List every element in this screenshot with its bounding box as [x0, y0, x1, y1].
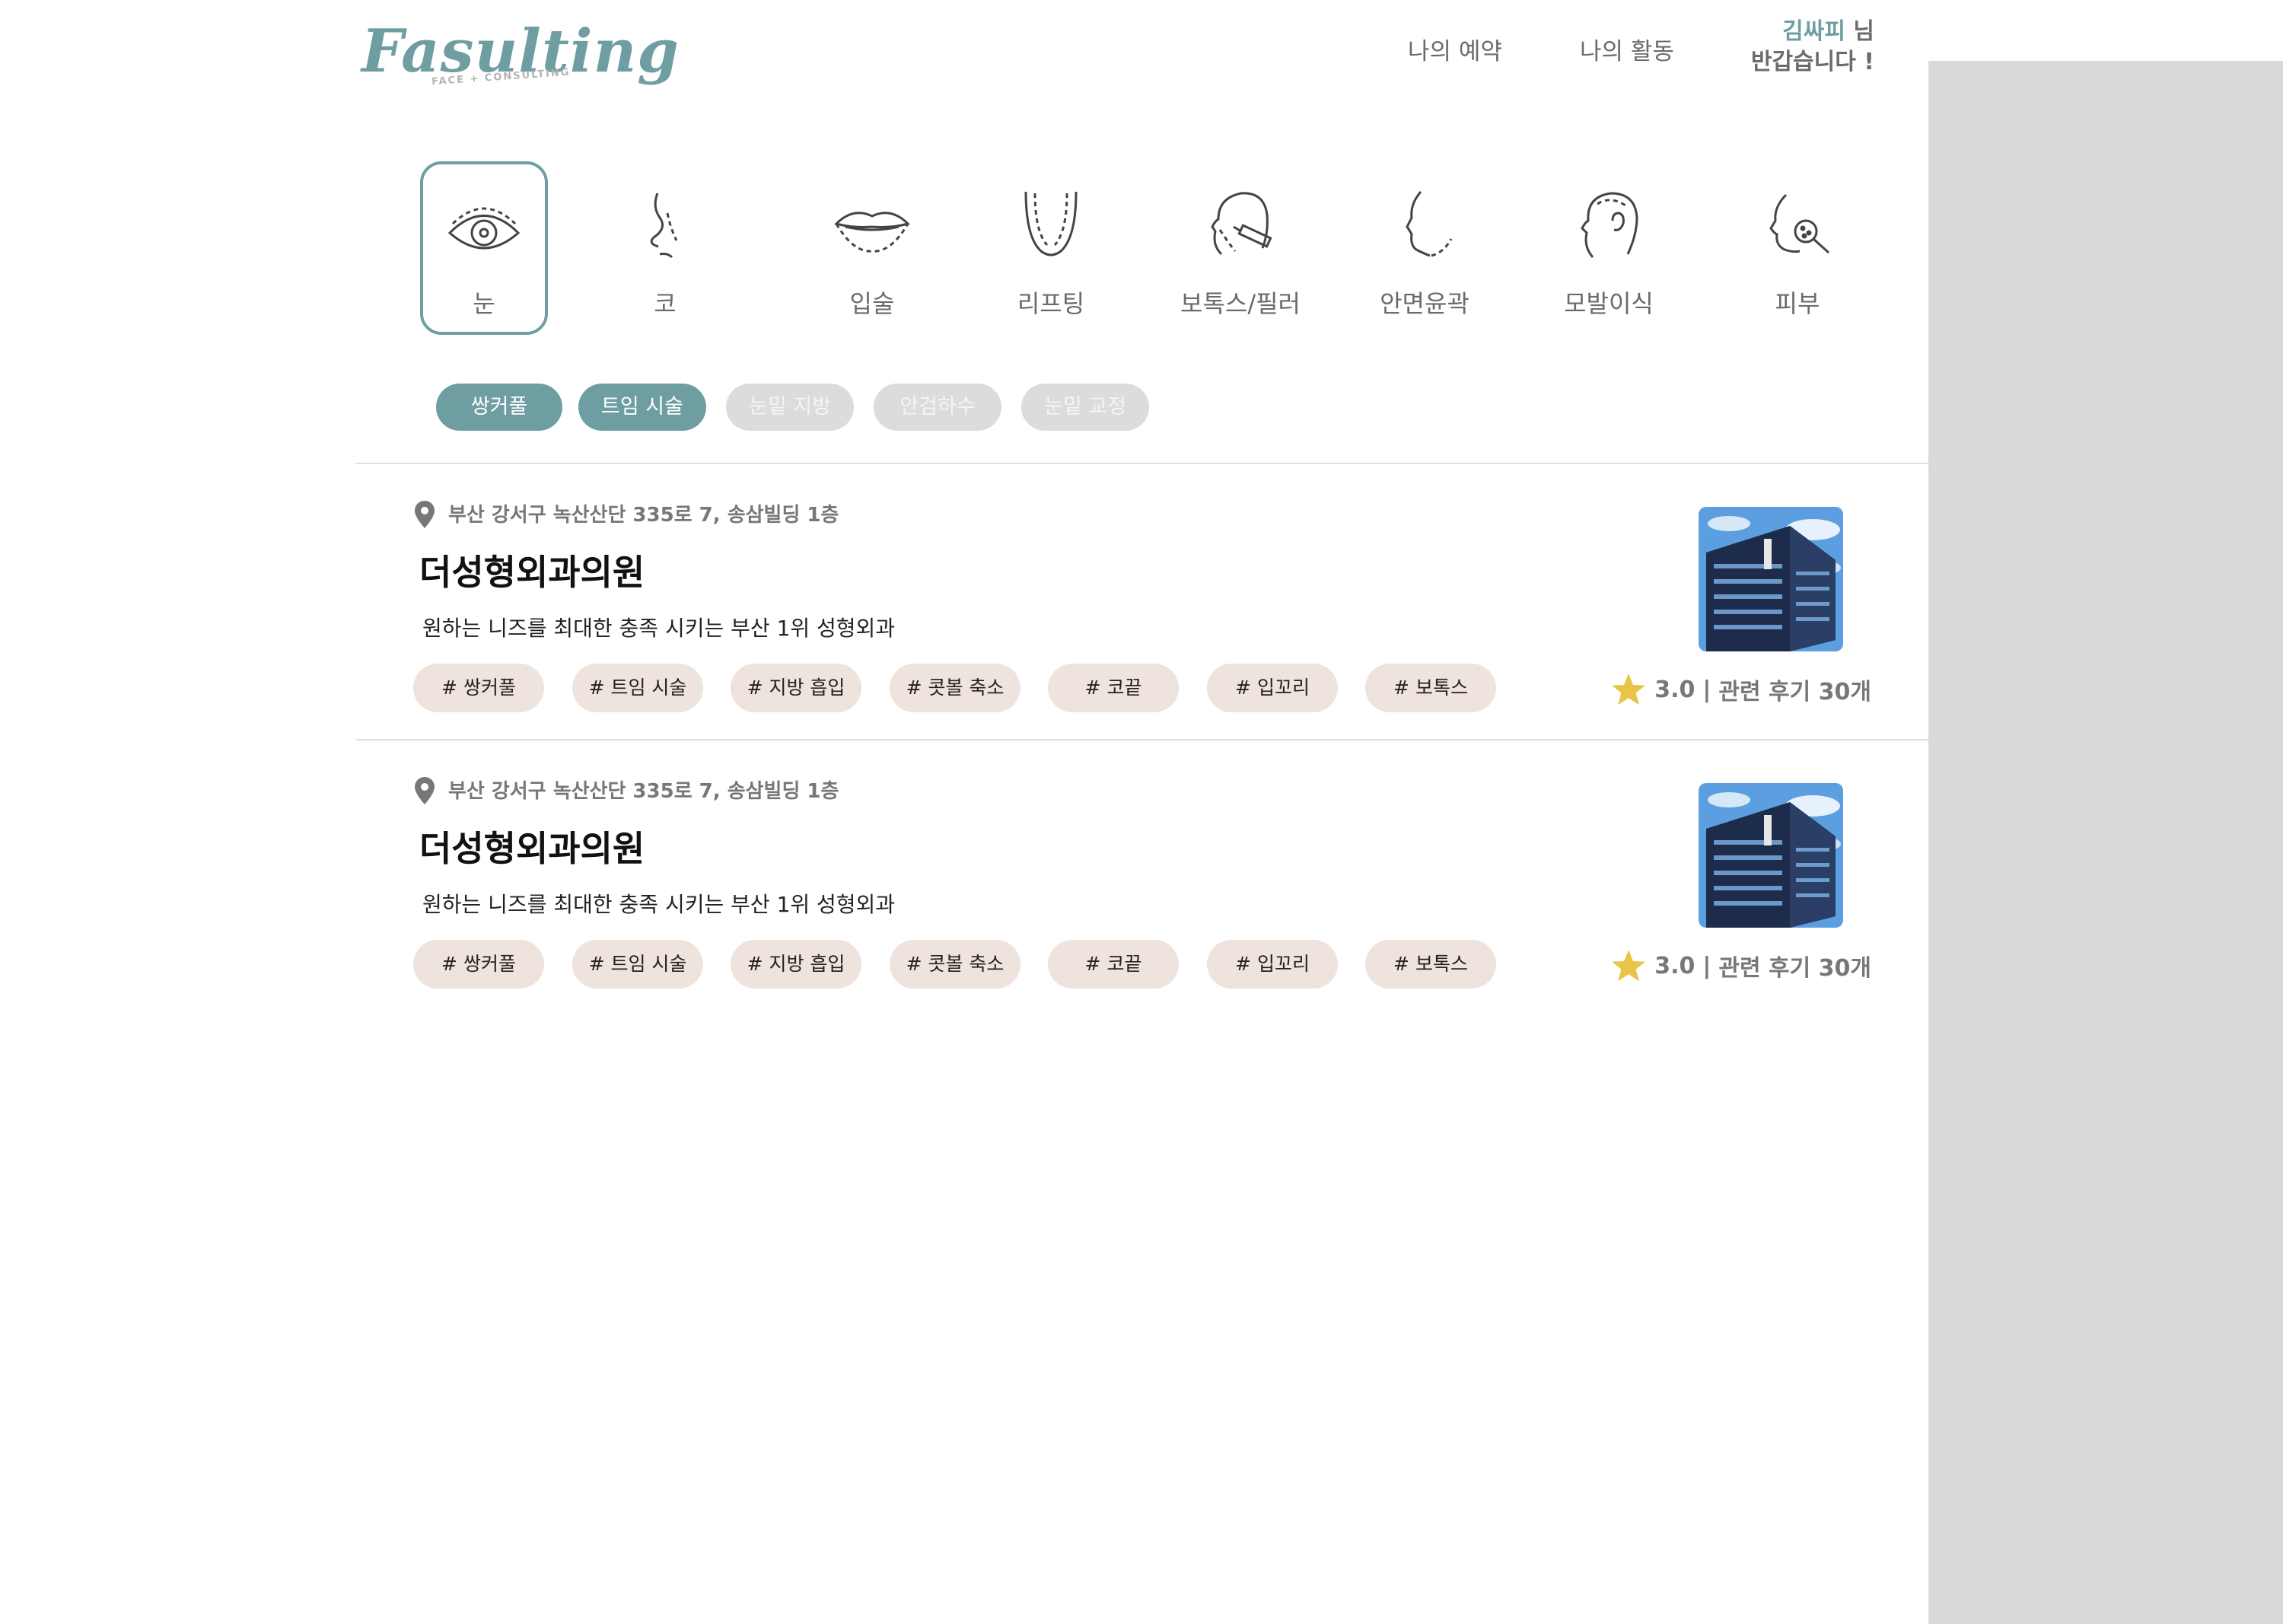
clinic-description: 원하는 니즈를 최대한 충족 시키는 부산 1위 성형외과 [422, 616, 896, 641]
lips-icon [834, 212, 910, 253]
clinic-rating: 3.0 | 관련 후기 30개 [1610, 671, 1871, 708]
category-label: 코 [654, 289, 677, 318]
clinic-tag[interactable]: # 지방 흡입 [731, 940, 861, 989]
location-pin-icon [415, 501, 435, 528]
subcategory-ptosis[interactable]: 안검하수 [874, 384, 1001, 431]
category-hair[interactable]: 모발이식 [1545, 161, 1673, 335]
lifting-icon [1024, 191, 1078, 256]
nav-my-activity[interactable]: 나의 활동 [1580, 32, 1674, 66]
category-label: 눈 [473, 289, 495, 318]
category-eye[interactable]: 눈 [420, 161, 548, 335]
category-label: 피부 [1775, 289, 1820, 318]
side-panel [1928, 61, 2283, 1624]
building-image [1699, 783, 1843, 928]
clinic-tag[interactable]: # 쌍커풀 [413, 940, 544, 989]
clinic-thumbnail[interactable] [1699, 507, 1843, 651]
clinic-tag[interactable]: # 쌍커풀 [413, 664, 544, 712]
clinic-tag[interactable]: # 지방 흡입 [731, 664, 861, 712]
category-lifting[interactable]: 리프팅 [987, 161, 1115, 335]
category-label: 안면윤곽 [1380, 289, 1469, 318]
subcategory-double-eyelid[interactable]: 쌍커풀 [436, 384, 562, 431]
clinic-tag[interactable]: # 트임 시술 [572, 940, 703, 989]
clinic-card[interactable]: 부산 강서구 녹산산단 335로 7, 송삼빌딩 1층 더성형외과의원 원하는 … [355, 740, 1928, 1016]
star-icon [1612, 673, 1646, 705]
nav-my-reservation[interactable]: 나의 예약 [1408, 32, 1502, 66]
rating-separator: | [1702, 952, 1711, 979]
clinic-tag[interactable]: # 콧볼 축소 [890, 664, 1021, 712]
clinic-name[interactable]: 더성형외과의원 [419, 545, 645, 595]
category-botox[interactable]: 보톡스/필러 [1177, 161, 1304, 335]
category-face-contour[interactable]: 안면윤곽 [1361, 161, 1489, 335]
clinic-tag[interactable]: # 코끝 [1048, 940, 1179, 989]
clinic-tag[interactable]: # 보톡스 [1365, 940, 1496, 989]
star-icon [1612, 950, 1646, 982]
clinic-tag[interactable]: # 입꼬리 [1207, 664, 1338, 712]
review-count[interactable]: 관련 후기 30개 [1718, 673, 1871, 706]
clinic-address: 부산 강서구 녹산산단 335로 7, 송삼빌딩 1층 [448, 504, 839, 527]
building-image [1699, 507, 1843, 651]
clinic-tag[interactable]: # 입꼬리 [1207, 940, 1338, 989]
subcategory-eye-opening[interactable]: 트임 시술 [578, 384, 706, 431]
clinic-tag[interactable]: # 코끝 [1048, 664, 1179, 712]
category-label: 보톡스/필러 [1180, 289, 1301, 318]
category-skin[interactable]: 피부 [1734, 161, 1861, 335]
greeting-name: 김싸피 [1782, 18, 1845, 45]
face-contour-icon [1406, 191, 1453, 257]
clinic-card[interactable]: 부산 강서구 녹산산단 335로 7, 송삼빌딩 1층 더성형외과의원 원하는 … [355, 464, 1928, 740]
clinic-name[interactable]: 더성형외과의원 [419, 821, 645, 871]
clinic-tag[interactable]: # 보톡스 [1365, 664, 1496, 712]
eye-icon [447, 207, 521, 250]
clinic-address: 부산 강서구 녹산산단 335로 7, 송삼빌딩 1층 [448, 780, 839, 803]
review-count[interactable]: 관련 후기 30개 [1718, 949, 1871, 982]
logo[interactable]: Fasulting FACE + CONSULTING [361, 14, 679, 90]
greeting-suffix: 님 [1845, 18, 1874, 45]
subcategory-under-eye-correction[interactable]: 눈밑 교정 [1021, 384, 1149, 431]
botox-icon [1211, 192, 1272, 256]
category-label: 모발이식 [1564, 289, 1654, 318]
skin-icon [1769, 193, 1830, 254]
category-label: 입술 [849, 289, 895, 318]
category-nose[interactable]: 코 [601, 161, 729, 335]
greeting: 김싸피 님 반갑습니다 ! [1751, 17, 1874, 78]
clinic-rating: 3.0 | 관련 후기 30개 [1610, 947, 1871, 984]
location-pin-icon [415, 777, 435, 804]
hair-icon [1581, 192, 1638, 258]
clinic-thumbnail[interactable] [1699, 783, 1843, 928]
subcategory-under-eye-fat[interactable]: 눈밑 지방 [726, 384, 854, 431]
clinic-tag[interactable]: # 콧볼 축소 [890, 940, 1021, 989]
clinic-description: 원하는 니즈를 최대한 충족 시키는 부산 1위 성형외과 [422, 892, 896, 917]
category-lips[interactable]: 입술 [808, 161, 936, 335]
greeting-message: 반갑습니다 ! [1750, 49, 1874, 75]
rating-score: 3.0 [1654, 676, 1696, 703]
nose-icon [650, 193, 678, 259]
category-label: 리프팅 [1017, 289, 1085, 318]
rating-score: 3.0 [1654, 952, 1696, 979]
rating-separator: | [1702, 676, 1711, 703]
clinic-tag[interactable]: # 트임 시술 [572, 664, 703, 712]
